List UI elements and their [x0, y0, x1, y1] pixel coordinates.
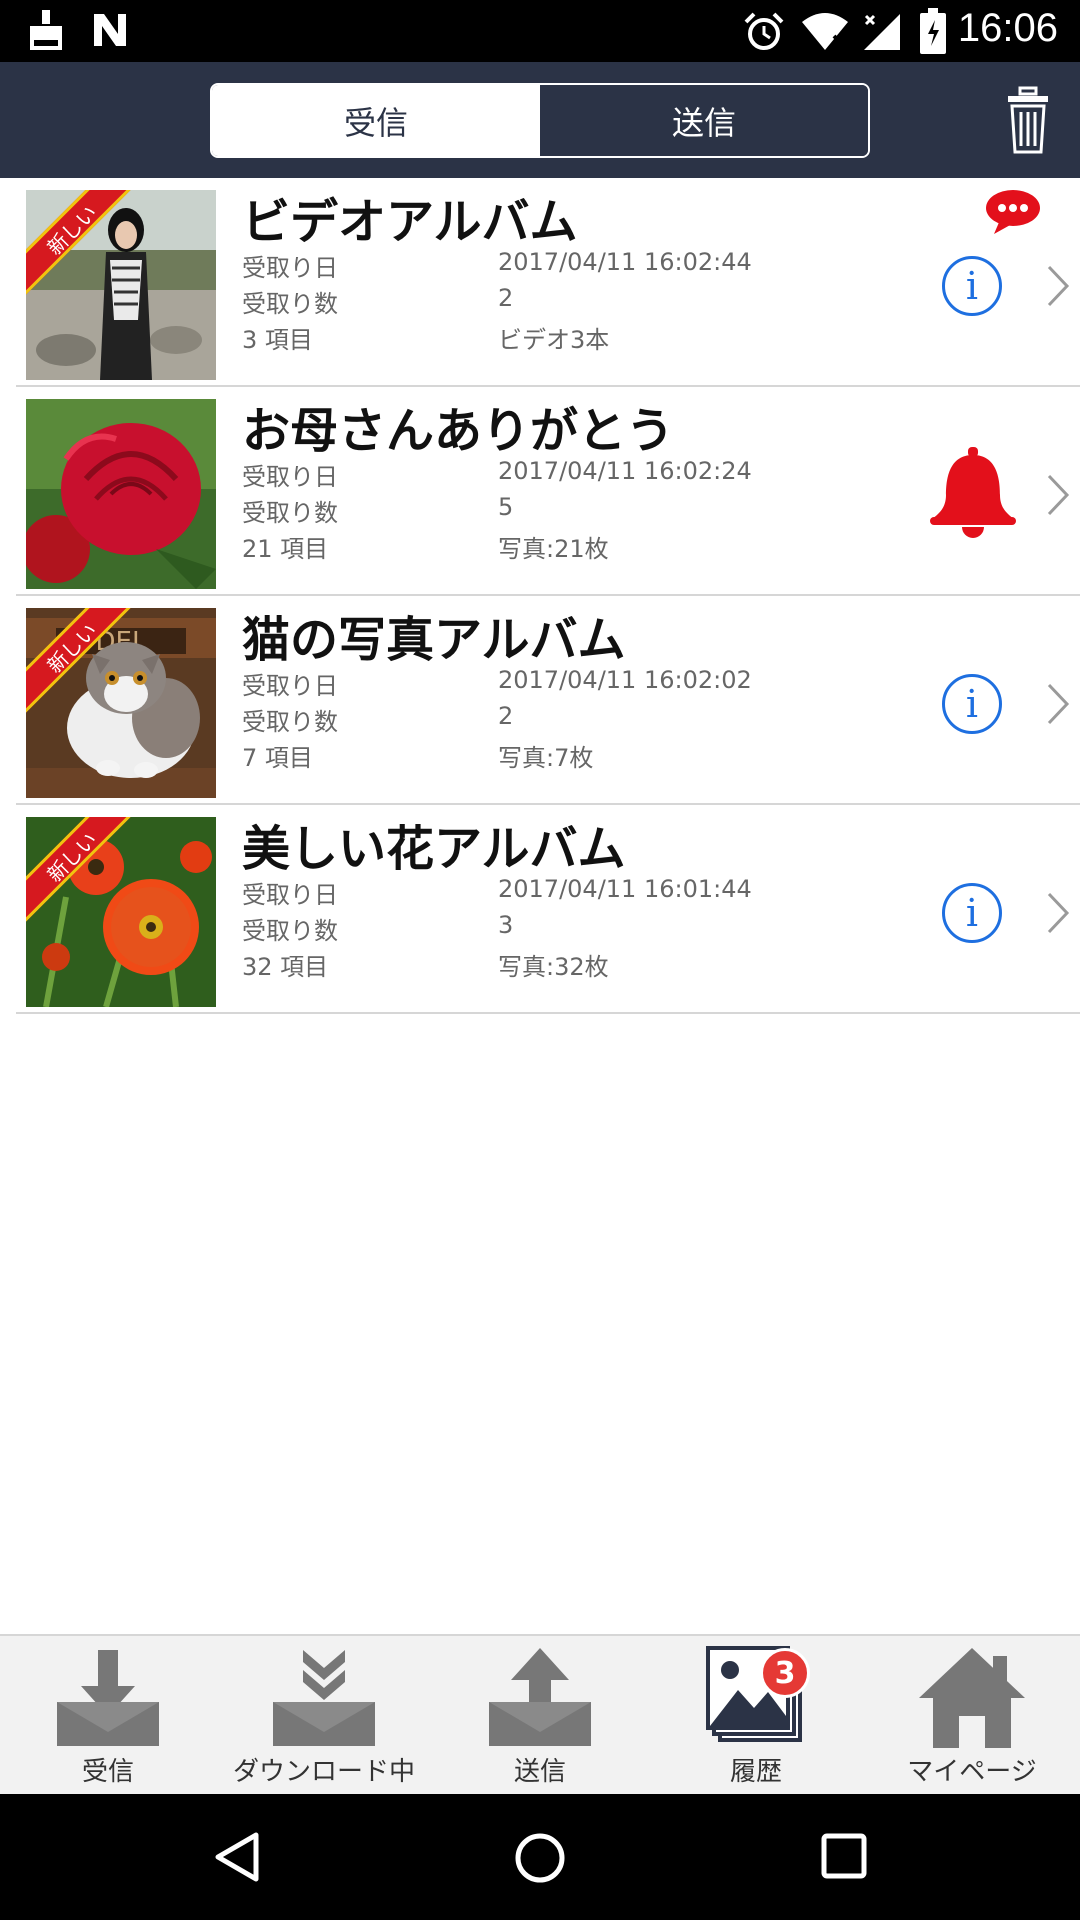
receive-send-toggle: 受信 送信	[210, 83, 870, 158]
signal-icon	[864, 14, 900, 50]
received-date-value: 2017/04/11 16:02:44	[498, 248, 752, 276]
nav-label: マイページ	[907, 1757, 1037, 1787]
chat-bubble-icon[interactable]	[984, 188, 1042, 236]
received-count-label: 受取り数	[242, 917, 338, 945]
item-count: 3 項目	[242, 326, 313, 354]
content-summary: 写真:21枚	[498, 535, 609, 563]
nav-label: ダウンロード中	[232, 1757, 415, 1787]
content-summary: 写真:7枚	[498, 744, 594, 772]
received-count-value: 5	[498, 493, 514, 521]
info-icon[interactable]: i	[942, 256, 1002, 316]
system-nav-bar	[0, 1794, 1080, 1920]
home-icon	[919, 1648, 1025, 1748]
info-icon[interactable]: i	[942, 883, 1002, 943]
recents-icon[interactable]	[820, 1832, 868, 1880]
tab-receive[interactable]: 受信	[212, 85, 540, 156]
item-count: 7 項目	[242, 744, 313, 772]
item-count: 21 項目	[242, 535, 329, 563]
received-count-value: 2	[498, 284, 514, 312]
album-list: 新しい ビデオアルバム 受取り日 2017/04/11 16:02:44 受取り…	[0, 178, 1080, 1014]
trash-icon[interactable]	[1006, 86, 1050, 154]
received-count-value: 2	[498, 702, 514, 730]
download-icon	[57, 1650, 159, 1746]
received-date-value: 2017/04/11 16:01:44	[498, 875, 752, 903]
list-item[interactable]: DEL 新しい 猫の写真アルバム 受取り日 2017/04/11 16:02:0…	[16, 596, 1080, 805]
album-thumbnail: 新しい	[26, 817, 216, 1007]
chevron-right-icon	[1047, 683, 1070, 725]
received-date-label: 受取り日	[242, 463, 338, 491]
nav-label: 送信	[513, 1757, 566, 1787]
nav-history[interactable]: 履歴	[648, 1636, 864, 1796]
item-count: 32 項目	[242, 953, 329, 981]
wifi-icon	[802, 13, 848, 50]
clock: 16:06	[957, 6, 1058, 50]
downloading-icon	[273, 1650, 375, 1746]
received-date-value: 2017/04/11 16:02:24	[498, 457, 752, 485]
nav-label: 受信	[81, 1757, 134, 1787]
nav-downloading[interactable]: ダウンロード中	[216, 1636, 432, 1796]
history-count-badge: 3	[760, 1648, 810, 1698]
bell-icon[interactable]	[928, 447, 1018, 539]
bottom-nav: 受信 ダウンロード中 送信 履歴 3 マイページ	[0, 1634, 1080, 1794]
album-thumbnail	[26, 399, 216, 589]
album-thumbnail: 新しい	[26, 190, 216, 380]
status-bar: 16:06	[0, 0, 1080, 62]
nav-mypage[interactable]: マイページ	[864, 1636, 1080, 1796]
album-title: 美しい花アルバム	[242, 821, 626, 877]
battery-icon	[920, 8, 946, 54]
received-count-label: 受取り数	[242, 290, 338, 318]
received-date-value: 2017/04/11 16:02:02	[498, 666, 752, 694]
alarm-icon	[744, 12, 784, 50]
cleaner-icon	[30, 10, 62, 50]
list-item[interactable]: お母さんありがとう 受取り日 2017/04/11 16:02:24 受取り数 …	[16, 387, 1080, 596]
nav-send[interactable]: 送信	[432, 1636, 648, 1796]
received-count-label: 受取り数	[242, 499, 338, 527]
received-date-label: 受取り日	[242, 672, 338, 700]
album-thumbnail: DEL 新しい	[26, 608, 216, 798]
tab-send[interactable]: 送信	[540, 85, 868, 156]
content-summary: ビデオ3本	[498, 326, 610, 354]
nav-label: 履歴	[729, 1757, 782, 1787]
received-count-label: 受取り数	[242, 708, 338, 736]
back-icon[interactable]	[214, 1832, 260, 1882]
received-date-label: 受取り日	[242, 881, 338, 909]
list-item[interactable]: 新しい 美しい花アルバム 受取り日 2017/04/11 16:01:44 受取…	[16, 805, 1080, 1014]
chevron-right-icon	[1047, 265, 1070, 307]
received-date-label: 受取り日	[242, 254, 338, 282]
info-icon[interactable]: i	[942, 674, 1002, 734]
nav-receive[interactable]: 受信	[0, 1636, 216, 1796]
list-item[interactable]: 新しい ビデオアルバム 受取り日 2017/04/11 16:02:44 受取り…	[16, 178, 1080, 387]
received-count-value: 3	[498, 911, 514, 939]
album-title: 猫の写真アルバム	[242, 612, 626, 668]
n-icon	[94, 14, 126, 46]
album-title: お母さんありがとう	[242, 403, 675, 459]
header-bar: 受信 送信	[0, 62, 1080, 178]
chevron-right-icon	[1047, 474, 1070, 516]
upload-icon	[489, 1648, 591, 1746]
content-summary: 写真:32枚	[498, 953, 609, 981]
chevron-right-icon	[1047, 892, 1070, 934]
album-title: ビデオアルバム	[242, 194, 578, 250]
home-circle-icon[interactable]	[514, 1832, 566, 1884]
